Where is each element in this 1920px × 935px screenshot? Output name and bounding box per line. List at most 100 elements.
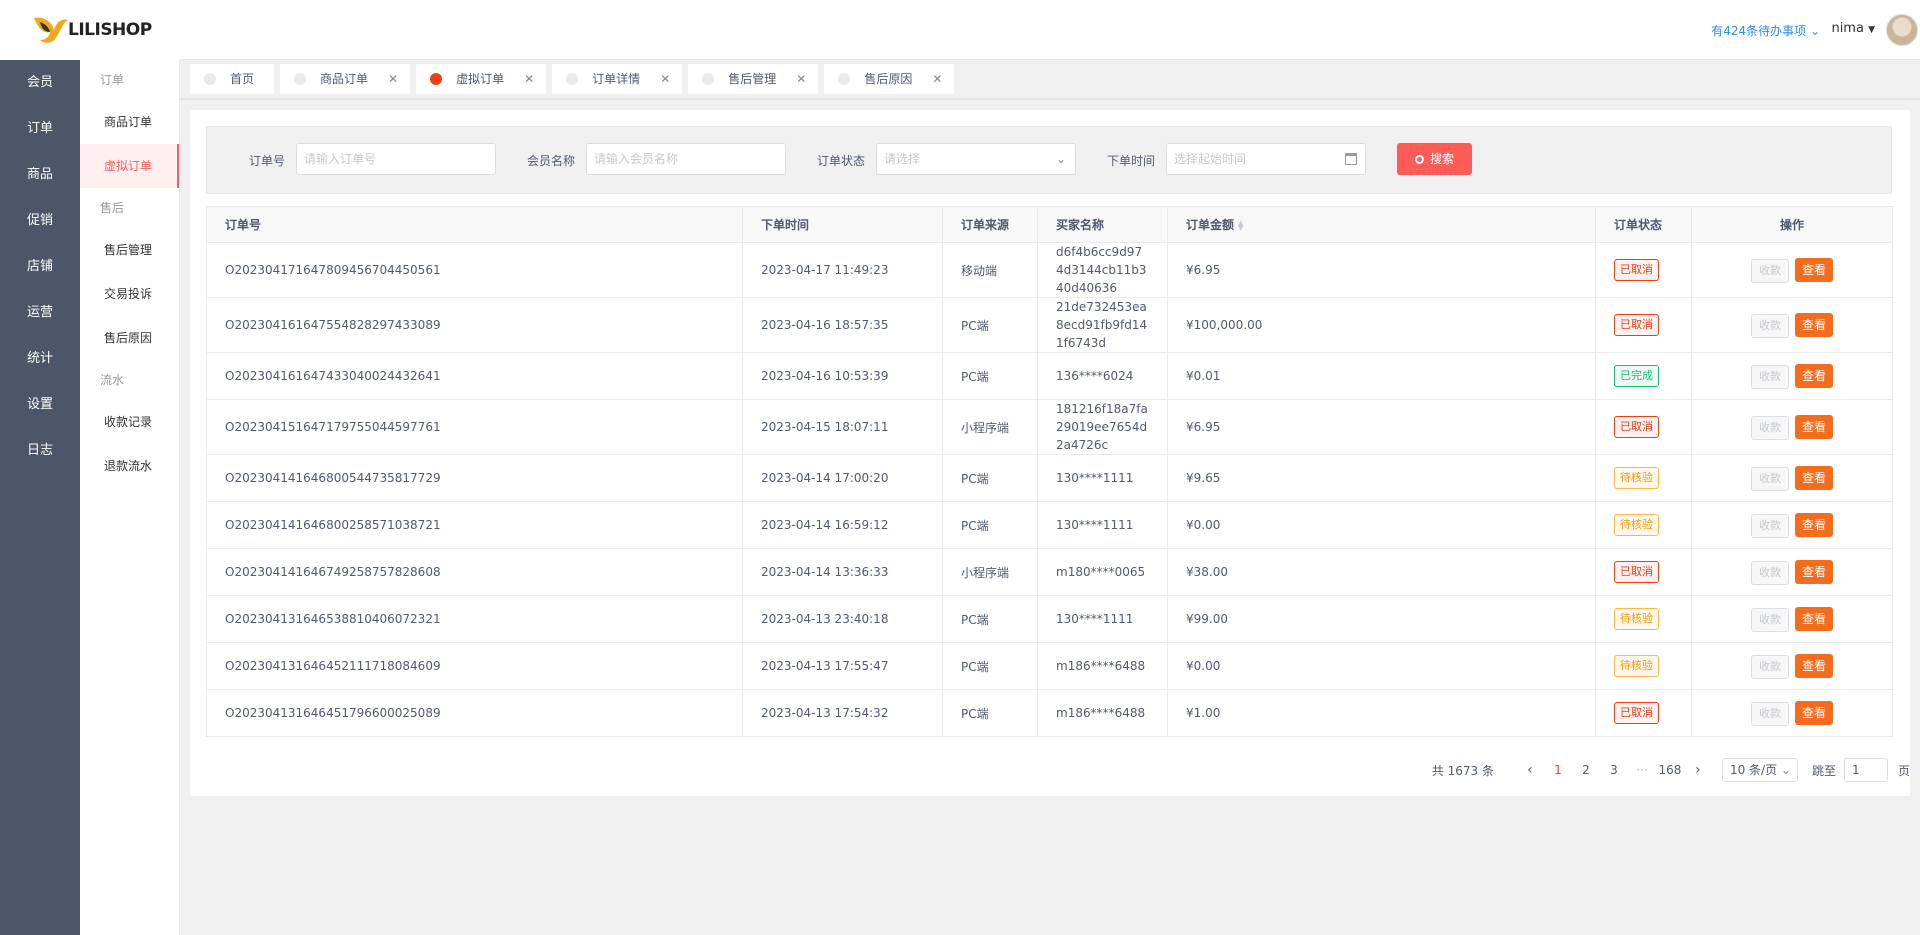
content-card: 订单号 请输入订单号 会员名称 请输入会员名称 订单状态 请选择 ⌄ 下单时间 选… xyxy=(190,110,1910,796)
view-button[interactable]: 查看 xyxy=(1795,559,1833,584)
amount-cell: ¥100,000.00 xyxy=(1167,297,1596,353)
order-no-placeholder: 请输入订单号 xyxy=(304,152,377,166)
sub-nav-group-title: 订单 xyxy=(100,73,125,87)
col-amount[interactable]: 订单金额 ▲ ▼ xyxy=(1167,206,1596,243)
buyer-name: m180****0065 xyxy=(1056,565,1146,579)
collect-button[interactable]: 收款 xyxy=(1751,364,1789,389)
view-button[interactable]: 查看 xyxy=(1795,257,1833,282)
view-button[interactable]: 查看 xyxy=(1795,363,1833,388)
close-icon[interactable]: ✕ xyxy=(660,64,670,94)
close-icon[interactable]: ✕ xyxy=(388,64,398,94)
search-button-label: 搜索 xyxy=(1429,152,1454,166)
table-row: O202304141646800258571038721 2023-04-14 1… xyxy=(206,501,1893,549)
view-button[interactable]: 查看 xyxy=(1795,700,1833,725)
view-button[interactable]: 查看 xyxy=(1795,512,1833,537)
page-number[interactable]: 168 xyxy=(1656,763,1684,777)
collect-button[interactable]: 收款 xyxy=(1751,258,1789,283)
collect-button[interactable]: 收款 xyxy=(1751,701,1789,726)
main-nav-item[interactable]: 设置 xyxy=(0,382,80,428)
page-size-label: 10 条/页 xyxy=(1729,763,1778,777)
collect-button[interactable]: 收款 xyxy=(1751,466,1789,491)
main-nav-item[interactable]: 会员 xyxy=(0,60,80,106)
status-badge: 已取消 xyxy=(1614,259,1659,281)
buyer-cell: 136****6024 xyxy=(1037,352,1168,400)
buyer-cell: 130****1111 xyxy=(1037,454,1168,502)
sub-nav-item[interactable]: 售后原因 xyxy=(80,316,179,360)
sub-nav-item[interactable]: 商品订单 xyxy=(80,100,179,144)
sub-nav-item[interactable]: 售后管理 xyxy=(80,228,179,272)
collect-button[interactable]: 收款 xyxy=(1751,313,1789,338)
calendar-icon xyxy=(1345,153,1357,165)
sub-nav-item[interactable]: 虚拟订单 xyxy=(80,144,179,188)
close-icon[interactable]: ✕ xyxy=(932,64,942,94)
order-time-cell: 2023-04-14 13:36:33 xyxy=(742,548,943,596)
main-nav-item[interactable]: 促销 xyxy=(0,198,80,244)
page-number[interactable]: 1 xyxy=(1544,763,1572,777)
logo[interactable]: LILISHOP xyxy=(0,0,180,60)
status-badge: 已取消 xyxy=(1614,416,1659,438)
user-menu[interactable]: nima ▼ xyxy=(1831,21,1875,36)
view-button[interactable]: 查看 xyxy=(1795,414,1833,439)
top-header: 有424条待办事项 ⌄ nima ▼ xyxy=(180,0,1920,60)
user-name: nima xyxy=(1831,21,1864,36)
page-tab[interactable]: 售后原因 ✕ xyxy=(824,64,955,94)
view-button[interactable]: 查看 xyxy=(1795,465,1833,490)
amount-cell: ¥6.95 xyxy=(1167,399,1596,455)
collect-button[interactable]: 收款 xyxy=(1751,513,1789,538)
amount-cell: ¥38.00 xyxy=(1167,548,1596,596)
page-tab[interactable]: 虚拟订单 ✕ xyxy=(416,64,547,94)
todo-link[interactable]: 有424条待办事项 ⌄ xyxy=(1711,22,1820,39)
actions-cell: 收款 查看 xyxy=(1691,595,1893,643)
order-no-input[interactable]: 请输入订单号 xyxy=(296,143,496,175)
jump-input[interactable]: 1 xyxy=(1843,758,1888,782)
order-time-cell: 2023-04-13 17:55:47 xyxy=(742,642,943,690)
start-time-picker[interactable]: 选择起始时间 xyxy=(1166,143,1366,175)
order-no-cell: O202304141646800258571038721 xyxy=(206,501,743,549)
close-icon[interactable]: ✕ xyxy=(524,64,534,94)
main-nav-item[interactable]: 统计 xyxy=(0,336,80,382)
collect-button[interactable]: 收款 xyxy=(1751,654,1789,679)
search-button[interactable]: 搜索 xyxy=(1397,143,1472,175)
status-cell: 待核验 xyxy=(1595,595,1692,643)
prev-page-icon[interactable]: ‹ xyxy=(1516,762,1544,778)
view-button[interactable]: 查看 xyxy=(1795,606,1833,631)
sub-nav-item[interactable]: 交易投诉 xyxy=(80,272,179,316)
total-count: 共 1673 条 xyxy=(1431,763,1494,778)
view-button[interactable]: 查看 xyxy=(1795,653,1833,678)
order-no-cell: O202304151647179755044597761 xyxy=(206,399,743,455)
collect-button[interactable]: 收款 xyxy=(1751,607,1789,632)
sub-nav-item[interactable]: 退款流水 xyxy=(80,444,179,488)
page-tab[interactable]: 售后管理 ✕ xyxy=(688,64,819,94)
page-tab[interactable]: 订单详情 ✕ xyxy=(552,64,683,94)
main-nav-item[interactable]: 订单 xyxy=(0,106,80,152)
page-ellipsis[interactable]: ··· xyxy=(1628,763,1656,777)
todo-text: 有424条待办事项 xyxy=(1711,24,1807,38)
status-badge: 已取消 xyxy=(1614,702,1659,724)
amount-cell: ¥99.00 xyxy=(1167,595,1596,643)
page-size-select[interactable]: 10 条/页 ⌄ xyxy=(1721,758,1798,782)
table-row: O202304161647554828297433089 2023-04-16 1… xyxy=(206,297,1893,353)
main-nav-item[interactable]: 店铺 xyxy=(0,244,80,290)
close-icon[interactable]: ✕ xyxy=(796,64,806,94)
main-nav-item[interactable]: 商品 xyxy=(0,152,80,198)
member-input[interactable]: 请输入会员名称 xyxy=(586,143,786,175)
avatar[interactable] xyxy=(1886,14,1918,46)
status-select[interactable]: 请选择 ⌄ xyxy=(876,143,1076,175)
page-tab[interactable]: 首页 xyxy=(190,64,275,94)
page-number[interactable]: 2 xyxy=(1572,763,1600,777)
buyer-cell: m180****0065 xyxy=(1037,548,1168,596)
collect-button[interactable]: 收款 xyxy=(1751,415,1789,440)
sort-icon[interactable]: ▲ ▼ xyxy=(1238,219,1243,231)
next-page-icon[interactable]: › xyxy=(1684,762,1712,778)
sub-nav-item[interactable]: 收款记录 xyxy=(80,400,179,444)
main-nav-item[interactable]: 日志 xyxy=(0,428,80,474)
status-cell: 待核验 xyxy=(1595,454,1692,502)
status-cell: 已取消 xyxy=(1595,399,1692,455)
view-button[interactable]: 查看 xyxy=(1795,312,1833,337)
collect-button[interactable]: 收款 xyxy=(1751,560,1789,585)
page-tab[interactable]: 商品订单 ✕ xyxy=(280,64,411,94)
main-nav-item[interactable]: 运营 xyxy=(0,290,80,336)
page-number[interactable]: 3 xyxy=(1600,763,1628,777)
order-source-cell: 小程序端 xyxy=(942,548,1038,596)
actions-cell: 收款 查看 xyxy=(1691,501,1893,549)
